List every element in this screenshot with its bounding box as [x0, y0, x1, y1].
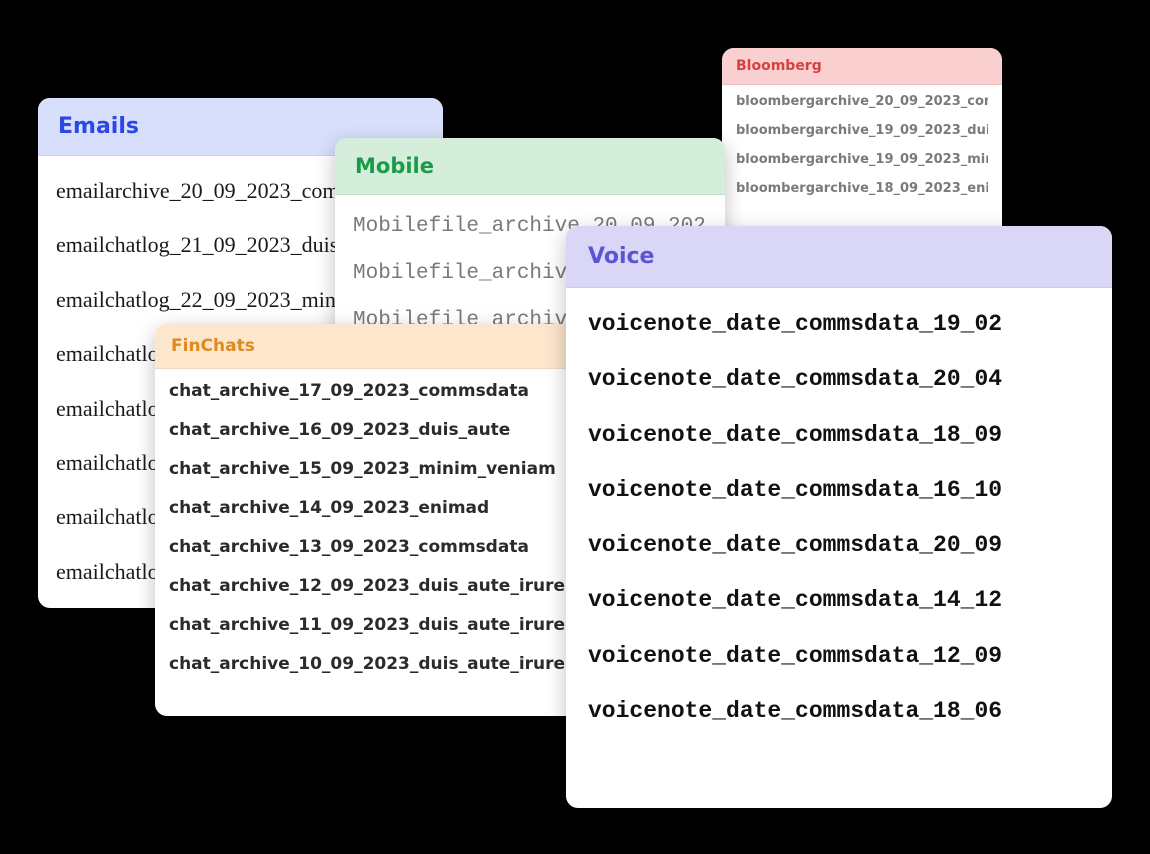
list-item[interactable]: bloombergarchive_19_09_2023_duis_aute	[736, 124, 988, 137]
list-item[interactable]: chat_archive_12_09_2023_duis_aute_irure	[169, 578, 566, 595]
list-item[interactable]: chat_archive_17_09_2023_commsdata	[169, 383, 566, 400]
finchats-list: chat_archive_17_09_2023_commsdata chat_a…	[155, 369, 580, 685]
list-item[interactable]: voicenote_date_commsdata_20_04	[588, 367, 1090, 392]
bloomberg-title: Bloomberg	[722, 48, 1002, 85]
list-item[interactable]: chat_archive_11_09_2023_duis_aute_irure	[169, 617, 566, 634]
list-item[interactable]: chat_archive_10_09_2023_duis_aute_irure	[169, 656, 566, 673]
list-item[interactable]: chat_archive_13_09_2023_commsdata	[169, 539, 566, 556]
finchats-card: FinChats chat_archive_17_09_2023_commsda…	[155, 324, 580, 716]
list-item[interactable]: voicenote_date_commsdata_18_09	[588, 423, 1090, 448]
voice-list: voicenote_date_commsdata_19_02 voicenote…	[566, 288, 1112, 736]
list-item[interactable]: bloombergarchive_20_09_2023_commonsdata	[736, 95, 988, 108]
bloomberg-list: bloombergarchive_20_09_2023_commonsdata …	[722, 85, 1002, 207]
mobile-title: Mobile	[335, 138, 725, 195]
list-item[interactable]: bloombergarchive_19_09_2023_minim_veniam	[736, 153, 988, 166]
list-item[interactable]: voicenote_date_commsdata_20_09	[588, 533, 1090, 558]
finchats-title: FinChats	[155, 324, 580, 369]
voice-title: Voice	[566, 226, 1112, 288]
list-item[interactable]: chat_archive_15_09_2023_minim_veniam	[169, 461, 566, 478]
list-item[interactable]: voicenote_date_commsdata_18_06	[588, 699, 1090, 724]
list-item[interactable]: voicenote_date_commsdata_12_09	[588, 644, 1090, 669]
bloomberg-card: Bloomberg bloombergarchive_20_09_2023_co…	[722, 48, 1002, 238]
list-item[interactable]: chat_archive_16_09_2023_duis_aute	[169, 422, 566, 439]
list-item[interactable]: voicenote_date_commsdata_14_12	[588, 588, 1090, 613]
list-item[interactable]: voicenote_date_commsdata_16_10	[588, 478, 1090, 503]
stage: Bloomberg bloombergarchive_20_09_2023_co…	[0, 0, 1150, 854]
voice-card: Voice voicenote_date_commsdata_19_02 voi…	[566, 226, 1112, 808]
list-item[interactable]: chat_archive_14_09_2023_enimad	[169, 500, 566, 517]
list-item[interactable]: voicenote_date_commsdata_19_02	[588, 312, 1090, 337]
list-item[interactable]: bloombergarchive_18_09_2023_enimad	[736, 182, 988, 195]
